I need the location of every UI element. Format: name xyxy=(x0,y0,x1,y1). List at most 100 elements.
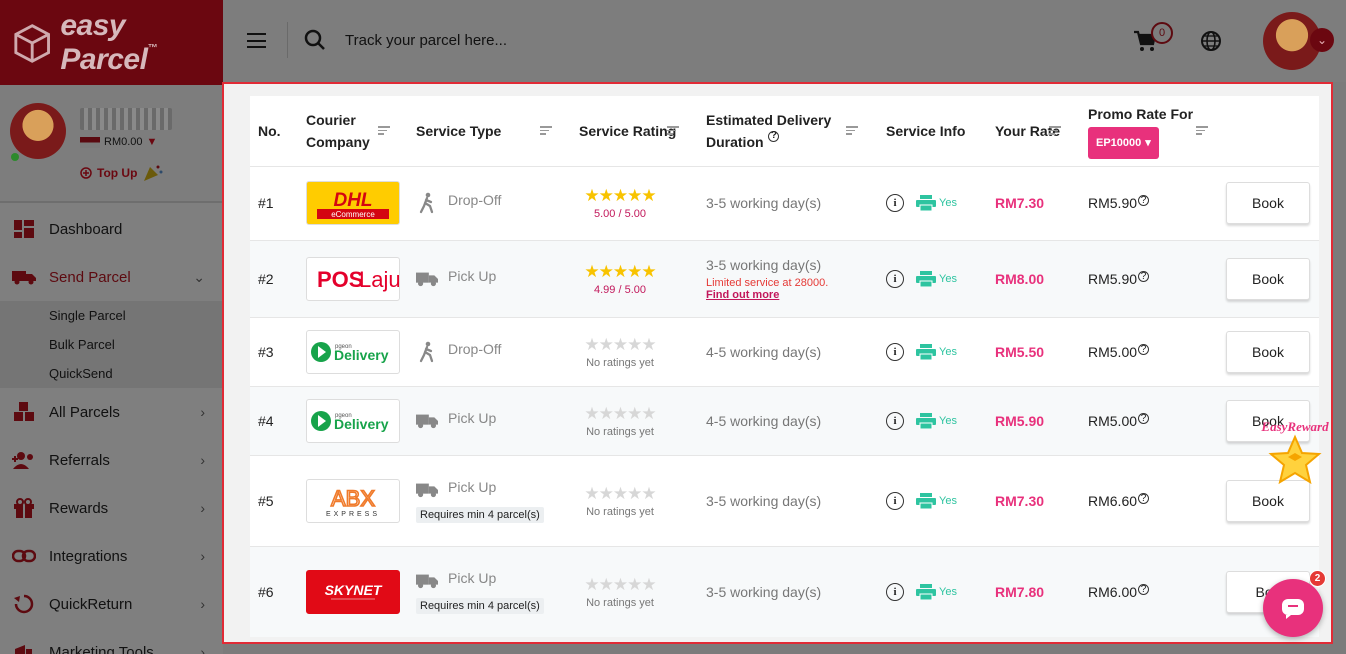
sort-icon[interactable] xyxy=(846,126,858,136)
rating-value: No ratings yet xyxy=(586,505,654,518)
sidebar-subitem-quicksend[interactable]: QuickSend xyxy=(0,359,223,388)
sidebar-item-quickreturn[interactable]: QuickReturn › xyxy=(0,580,223,628)
table-row: #3 pgeon Delivery Drop-Off ★★★★★ No rating… xyxy=(250,317,1319,386)
sidebar-item-marketing-tools[interactable]: Marketing Tools › xyxy=(0,628,223,654)
header-service-info: Service Info xyxy=(886,122,966,139)
chevron-down-icon: ▼ xyxy=(146,136,158,148)
duration-value: 3-5 working day(s) xyxy=(706,583,822,600)
info-icon[interactable]: i xyxy=(886,411,904,430)
promo-code-dropdown[interactable]: EP10000 ▾ xyxy=(1088,126,1159,159)
help-icon[interactable]: ? xyxy=(1138,270,1150,282)
rating-cell: ★★★★★ No ratings yet xyxy=(571,317,698,386)
header-estimated[interactable]: Estimated Delivery Duration ? xyxy=(698,96,878,166)
wallet-balance[interactable]: RM0.00 ▼ xyxy=(80,136,157,148)
globe-icon[interactable] xyxy=(1200,30,1222,52)
sidebar-item-dashboard[interactable]: Dashboard xyxy=(0,205,223,253)
sidebar-item-label: Marketing Tools xyxy=(49,643,154,654)
chevron-down-icon[interactable]: ⌄ xyxy=(1310,28,1334,52)
header-service-type[interactable]: Service Type xyxy=(408,96,571,166)
header-courier[interactable]: Courier Company xyxy=(298,96,408,166)
truck-icon xyxy=(416,414,438,428)
brand-name: easy Parcel™ xyxy=(60,8,157,76)
help-icon[interactable]: ? xyxy=(768,130,780,142)
sidebar-item-all-parcels[interactable]: All Parcels › xyxy=(0,388,223,436)
easyreward-label: EasyReward xyxy=(1261,419,1329,434)
chevron-right-icon: › xyxy=(200,548,205,564)
abx-express-logo: ABX EXPRESS xyxy=(306,478,400,523)
avatar[interactable] xyxy=(10,103,66,159)
hamburger-menu-icon[interactable] xyxy=(247,33,266,48)
sidebar-item-referrals[interactable]: Referrals › xyxy=(0,436,223,484)
info-icon[interactable]: i xyxy=(886,194,904,212)
sort-icon[interactable] xyxy=(540,126,552,136)
sidebar-subitem-bulk-parcel[interactable]: Bulk Parcel xyxy=(0,330,223,359)
service-info-cell: i Yes xyxy=(878,317,987,386)
service-type-cell: Drop-Off xyxy=(408,166,571,240)
chat-notification-badge: 2 xyxy=(1309,570,1326,587)
sidebar-subitem-single-parcel[interactable]: Single Parcel xyxy=(0,301,223,330)
rating-cell: ★★★★★ No ratings yet xyxy=(571,455,698,546)
find-out-more-link[interactable]: Find out more xyxy=(706,289,878,301)
top-up-link[interactable]: Top Up xyxy=(80,163,164,183)
courier-table-wrapper: No. Courier Company Service Type Service… xyxy=(250,96,1319,637)
header-service-rating[interactable]: Service Rating xyxy=(571,96,698,166)
sidebar-item-send-parcel[interactable]: Send Parcel ⌄ xyxy=(0,253,223,301)
chat-button[interactable] xyxy=(1263,579,1323,637)
dhl-ecommerce-logo: DHL eCommerce xyxy=(306,181,400,225)
help-icon[interactable]: ? xyxy=(1138,195,1150,206)
info-icon[interactable]: i xyxy=(886,491,904,510)
chat-bubble-icon xyxy=(1282,599,1304,619)
promo-code-value: EP10000 xyxy=(1096,136,1142,149)
svg-text:ABX: ABX xyxy=(331,486,375,511)
header-promo-rate: Promo Rate For EP10000 ▾ xyxy=(1080,96,1218,166)
help-icon[interactable]: ? xyxy=(1138,583,1150,595)
return-icon xyxy=(12,593,36,615)
promo-rate-value: RM6.60 xyxy=(1088,492,1138,509)
row-number: #2 xyxy=(258,270,274,287)
promo-cell: RM5.90? xyxy=(1080,166,1218,240)
search-icon[interactable] xyxy=(303,28,327,52)
book-button[interactable]: Book xyxy=(1226,182,1310,224)
logo[interactable]: easy Parcel™ xyxy=(0,0,223,85)
sort-icon[interactable] xyxy=(667,126,679,136)
rating-cell: ★★★★★ 4.99 / 5.00 xyxy=(571,240,698,317)
next-row-peek xyxy=(223,644,1346,654)
help-icon[interactable]: ? xyxy=(1138,343,1150,355)
your-rate-value: RM7.30 xyxy=(995,195,1045,211)
courier-cell: SKYNET xyxy=(298,546,408,637)
courier-cell: POS Laju xyxy=(298,240,408,317)
rating-value: 4.99 / 5.00 xyxy=(594,283,646,296)
courier-cell: ABX EXPRESS xyxy=(298,455,408,546)
easyreward-widget[interactable]: EasyReward xyxy=(1255,415,1335,493)
info-icon[interactable]: i xyxy=(886,342,904,361)
chevron-right-icon: › xyxy=(200,404,205,420)
duration-value: 3-5 working day(s) xyxy=(706,256,822,273)
service-type-label: Pick Up xyxy=(448,478,497,495)
header-service-rating-label: Service Rating xyxy=(579,122,677,139)
courier-cell: DHL eCommerce xyxy=(298,166,408,240)
header-estimated-label: Estimated Delivery Duration ? xyxy=(706,111,832,150)
book-button[interactable]: Book xyxy=(1226,330,1310,373)
service-type-label: Drop-Off xyxy=(448,192,502,208)
sidebar-item-integrations[interactable]: Integrations › xyxy=(0,532,223,580)
sort-icon[interactable] xyxy=(1196,126,1208,136)
info-icon[interactable]: i xyxy=(886,269,904,288)
book-button[interactable]: Book xyxy=(1226,257,1310,300)
rate-cell: RM7.30 xyxy=(987,455,1080,546)
send-parcel-submenu: Single Parcel Bulk Parcel QuickSend xyxy=(0,301,223,388)
sidebar-item-rewards[interactable]: Rewards › xyxy=(0,484,223,532)
header-your-rate[interactable]: Your Rate xyxy=(987,96,1080,166)
rating-value: 5.00 / 5.00 xyxy=(594,208,646,220)
party-popper-icon xyxy=(144,165,163,181)
row-number: #3 xyxy=(258,343,274,360)
limited-service-note: Limited service at 28000. xyxy=(706,276,829,289)
help-icon[interactable]: ? xyxy=(1138,412,1150,424)
track-parcel-input[interactable]: Track your parcel here... xyxy=(345,32,507,49)
promo-rate-value: RM5.90 xyxy=(1088,270,1138,287)
svg-text:eCommerce: eCommerce xyxy=(331,210,375,219)
sort-icon[interactable] xyxy=(378,126,390,136)
info-icon[interactable]: i xyxy=(886,582,904,601)
help-icon[interactable]: ? xyxy=(1138,492,1150,504)
walking-person-icon xyxy=(419,192,434,214)
sort-icon[interactable] xyxy=(1049,126,1061,136)
